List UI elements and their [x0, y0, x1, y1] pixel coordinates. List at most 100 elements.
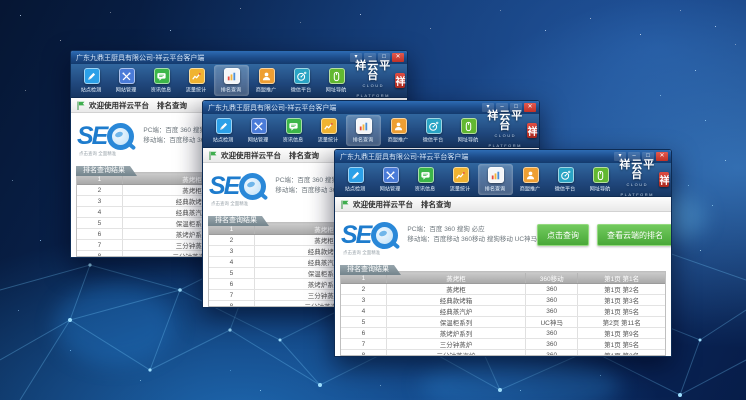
table-row[interactable]: 7三分钟蒸炉360第1页 第5名	[341, 339, 665, 350]
toolbar-item-label: 流量统计	[186, 86, 206, 94]
mouse-icon	[329, 68, 345, 84]
toolbar-item-site-manage[interactable]: 网站管理	[109, 65, 144, 96]
toolbar-item-union-promo[interactable]: 商盟推广	[249, 65, 284, 96]
cell-no: 4	[209, 257, 255, 267]
toolbar-item-label: 网址导航	[590, 185, 610, 193]
toolbar-item-union-promo[interactable]: 商盟推广	[513, 164, 548, 195]
toolbar-item-label: 商盟推广	[256, 86, 276, 94]
toolbar-item-site-check[interactable]: 站点检测	[206, 115, 241, 146]
brand-name: 祥云平台 CLOUD PLATFORM	[618, 160, 656, 200]
action-buttons: 点击查询 查看云端的排名	[537, 224, 671, 246]
toolbar-item-label: 网站管理	[380, 185, 400, 193]
cell-rank: 第1页 第2名	[578, 350, 665, 356]
seo-logo: SE 点击查询 全面精准	[209, 173, 266, 200]
flag-icon	[77, 101, 85, 110]
query-button[interactable]: 点击查询	[537, 224, 589, 246]
cell-no: 6	[341, 328, 387, 338]
table-row[interactable]: 8三分钟蒸汽炉360第1页 第2名	[341, 350, 665, 356]
magnifier-icon	[239, 173, 266, 200]
toolbar-item-site-manage[interactable]: 网站管理	[241, 115, 276, 146]
welcome-text: 欢迎使用祥云平台	[89, 100, 149, 111]
cell-engine: 360移动	[526, 273, 578, 283]
cell-no: 3	[209, 246, 255, 256]
results-tab[interactable]: 排名查询结果	[76, 166, 137, 176]
results-tab[interactable]: 排名查询结果	[208, 216, 269, 226]
toolbar-item-label: 资讯信息	[415, 185, 435, 193]
cell-rank: 第1页 第9名	[578, 328, 665, 338]
toolbar-item-info-news[interactable]: 资讯信息	[408, 164, 443, 195]
table-row[interactable]: 5保温柜系列UC神马第2页 第11名	[341, 317, 665, 328]
welcome-bar: 欢迎使用祥云平台 排名查询	[335, 197, 671, 212]
welcome-text: 欢迎使用祥云平台	[221, 150, 281, 161]
toolbar-item-union-promo[interactable]: 商盟推广	[381, 115, 416, 146]
cell-no: 4	[341, 306, 387, 316]
cell-keyword: 经典蒸汽炉	[387, 306, 526, 316]
cell-no: 8	[77, 251, 123, 257]
seo-header: SE 点击查询 全面精准 PC端：百度 360 搜狗 必应 移动端：百度移动 3…	[335, 212, 671, 255]
toolbar-item-wechat-platform[interactable]: 微信平台	[416, 115, 451, 146]
toolbar-item-traffic-stats[interactable]: 流量统计	[443, 164, 478, 195]
toolbar-item-wechat-platform[interactable]: 微信平台	[284, 65, 319, 96]
toolbar-item-label: 站点检测	[81, 86, 101, 94]
cell-keyword: 三分钟蒸炉	[387, 339, 526, 349]
cell-keyword: 经典款烤箱	[387, 295, 526, 305]
cell-no: 3	[77, 196, 123, 206]
cell-rank: 第1页 第1名	[578, 273, 665, 283]
toolbar-items: 站点检测网站管理资讯信息流量统计排名查询商盟推广微信平台网址导航	[206, 115, 486, 146]
table-row[interactable]: 3经典款烤箱360第1页 第3名	[341, 295, 665, 306]
toolbar-item-site-check[interactable]: 站点检测	[338, 164, 373, 195]
toolbar-item-site-nav[interactable]: 网址导航	[451, 115, 486, 146]
close-button[interactable]: ✕	[656, 152, 668, 161]
toolbar-item-info-news[interactable]: 资讯信息	[144, 65, 179, 96]
user-icon	[259, 68, 275, 84]
toolbar-item-rank-query[interactable]: 排名查询	[346, 115, 381, 146]
chat-icon	[154, 68, 170, 84]
cell-no: 2	[209, 235, 255, 245]
table-row[interactable]: 6蒸烤炉系列360第1页 第9名	[341, 328, 665, 339]
main-toolbar: 站点检测网站管理资讯信息流量统计排名查询商盟推广微信平台网址导航 祥云平台 CL…	[71, 64, 407, 98]
barchart-icon	[488, 167, 504, 183]
cell-no: 5	[209, 268, 255, 278]
seo-logo-text: SE	[77, 124, 106, 149]
brand-name: 祥云平台 CLOUD PLATFORM	[486, 111, 524, 151]
tools-icon	[251, 118, 267, 134]
close-button[interactable]: ✕	[392, 53, 404, 62]
cell-keyword: 蒸烤柜	[387, 273, 526, 283]
cell-no: 2	[77, 185, 123, 195]
window-title: 广东九鼎王厨具有限公司-祥云平台客户端	[76, 53, 350, 63]
toolbar-item-traffic-stats[interactable]: 流量统计	[179, 65, 214, 96]
magnifier-icon	[371, 222, 398, 249]
toolbar-item-rank-query[interactable]: 排名查询	[214, 65, 249, 96]
toolbar-item-label: 网址导航	[326, 86, 346, 94]
toolbar-item-wechat-platform[interactable]: 微信平台	[548, 164, 583, 195]
cell-engine: 360	[526, 350, 578, 356]
results-tab[interactable]: 排名查询结果	[340, 265, 401, 275]
toolbar-items: 站点检测网站管理 资讯信息 流量统计排名查询商盟推广微信平台网址导航	[338, 164, 618, 195]
results-tab-row: 排名查询结果	[335, 255, 671, 271]
toolbar-item-site-nav[interactable]: 网址导航	[319, 65, 354, 96]
toolbar-item-label: 微信平台	[423, 136, 443, 144]
cell-no: 7	[209, 290, 255, 300]
linechart-icon	[321, 118, 337, 134]
chat-icon	[286, 118, 302, 134]
table-row[interactable]: 4经典蒸汽炉360第1页 第5名	[341, 306, 665, 317]
toolbar-item-traffic-stats[interactable]: 流量统计	[311, 115, 346, 146]
toolbar-item-site-nav[interactable]: 网址导航	[583, 164, 618, 195]
mouse-icon	[461, 118, 477, 134]
toolbar-item-info-news[interactable]: 资讯信息	[276, 115, 311, 146]
cell-keyword: 三分钟蒸汽炉	[387, 350, 526, 356]
toolbar-item-site-check[interactable]: 站点检测	[74, 65, 109, 96]
pencil-icon	[348, 167, 364, 183]
toolbar-item-site-manage[interactable]: 网站管理	[373, 164, 408, 195]
table-row[interactable]: 2蒸烤柜360第1页 第2名	[341, 284, 665, 295]
cloud-rank-button[interactable]: 查看云端的排名	[597, 224, 671, 246]
cell-engine: 360	[526, 328, 578, 338]
toolbar-item-label: 流量统计	[450, 185, 470, 193]
desktop-background: 广东九鼎王厨具有限公司-祥云平台客户端 ▾–□✕ 站点检测网站管理资讯信息流量统…	[0, 0, 746, 400]
engine-notes: PC端：百度 360 搜狗 必应 移动端：百度移动 360移动 搜狗移动 UC神…	[407, 225, 537, 245]
seo-logo: SE 点击查询 全面精准	[341, 222, 398, 249]
window-title: 广东九鼎王厨具有限公司-祥云平台客户端	[208, 103, 482, 113]
cell-rank: 第1页 第5名	[578, 306, 665, 316]
close-button[interactable]: ✕	[524, 103, 536, 112]
toolbar-item-rank-query[interactable]: 排名查询	[478, 164, 513, 195]
